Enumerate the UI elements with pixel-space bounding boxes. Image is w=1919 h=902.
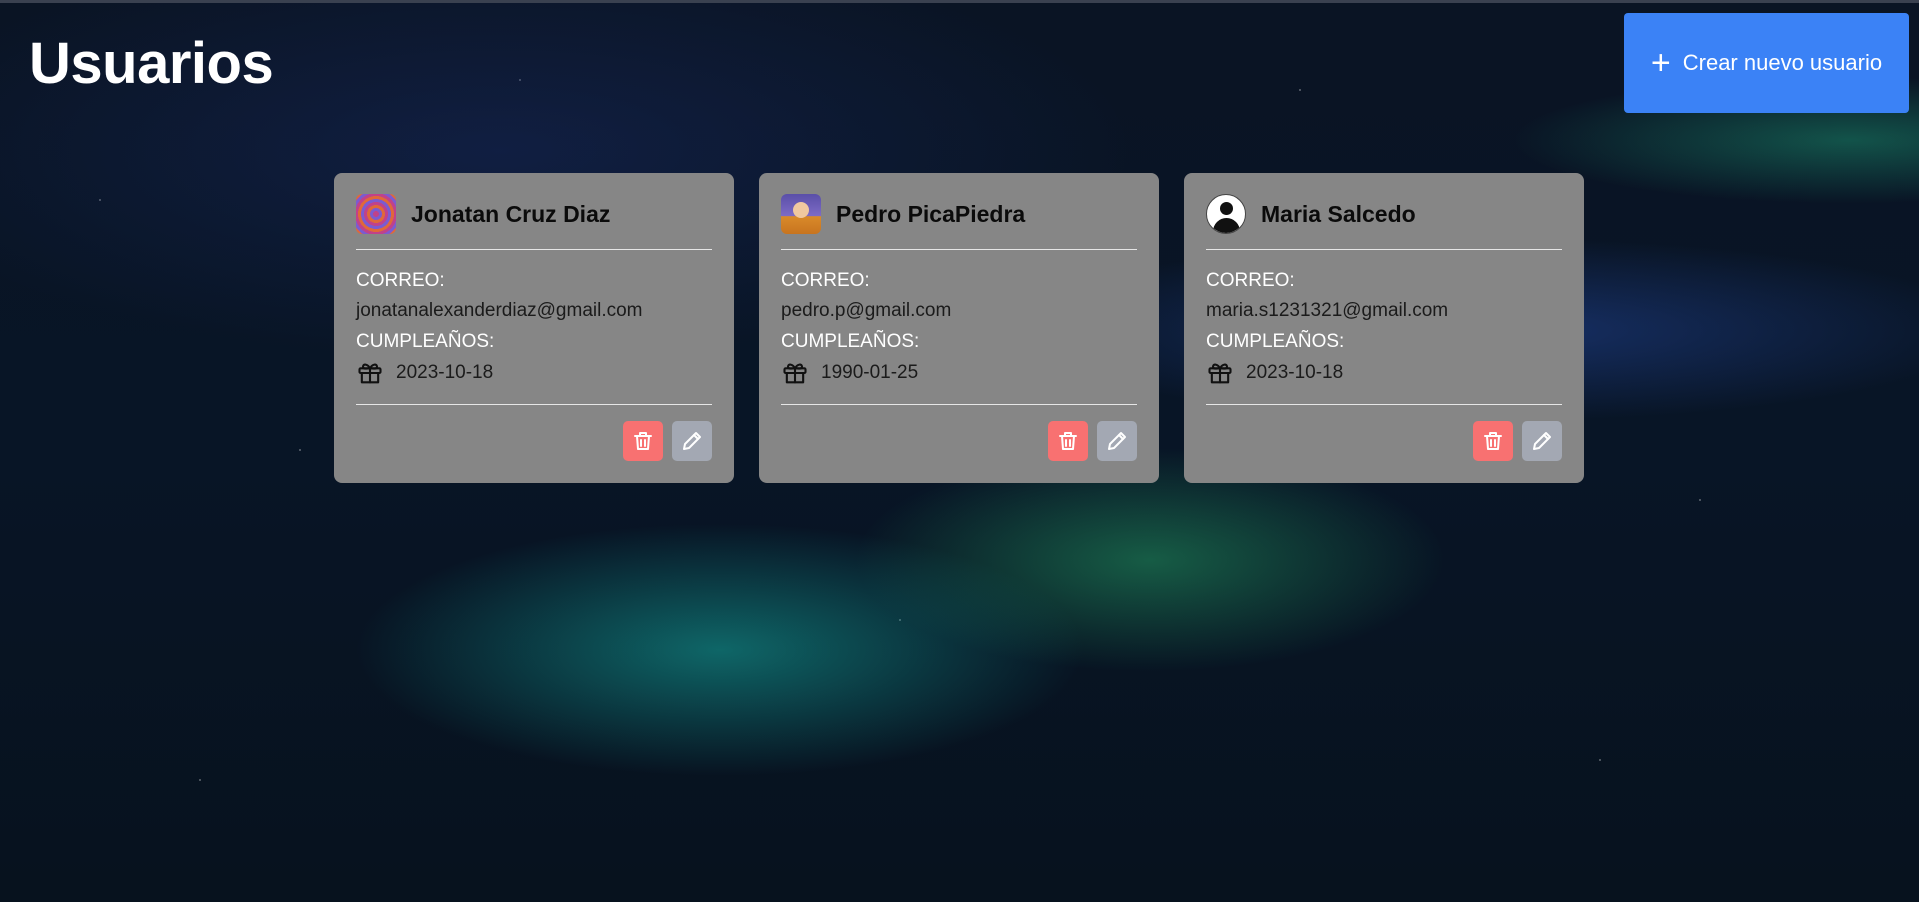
divider <box>1206 404 1562 405</box>
edit-user-button[interactable] <box>1522 421 1562 461</box>
user-card: Pedro PicaPiedra CORREO: pedro.p@gmail.c… <box>759 173 1159 483</box>
pencil-icon <box>1533 432 1551 450</box>
user-card-header: Maria Salcedo <box>1206 193 1562 235</box>
card-actions <box>781 421 1137 461</box>
user-email: maria.s1231321@gmail.com <box>1206 300 1449 321</box>
trash-icon <box>1059 432 1077 450</box>
user-card: Jonatan Cruz Diaz CORREO: jonatanalexand… <box>334 173 734 483</box>
user-name: Pedro PicaPiedra <box>836 200 1026 227</box>
birthday-row: 2023-10-18 <box>1206 359 1562 387</box>
window-top-border <box>0 0 1919 3</box>
gift-icon <box>358 363 382 384</box>
pencil-icon <box>1108 432 1126 450</box>
email-label: CORREO: <box>356 270 445 291</box>
card-actions <box>1206 421 1562 461</box>
user-card-header: Pedro PicaPiedra <box>781 193 1137 235</box>
user-card-list: Jonatan Cruz Diaz CORREO: jonatanalexand… <box>334 173 1584 483</box>
user-email: jonatanalexanderdiaz@gmail.com <box>356 300 643 321</box>
create-user-button-label: Crear nuevo usuario <box>1682 50 1883 75</box>
birthday-row: 1990-01-25 <box>781 359 1137 387</box>
birthday-label: CUMPLEAÑOS: <box>356 331 495 352</box>
delete-user-button[interactable] <box>1473 421 1513 461</box>
birthday-label: CUMPLEAÑOS: <box>781 331 920 352</box>
user-name: Maria Salcedo <box>1261 200 1416 227</box>
user-email: pedro.p@gmail.com <box>781 300 952 321</box>
trash-icon <box>634 432 652 450</box>
birthday-row: 2023-10-18 <box>356 359 712 387</box>
user-birthday: 2023-10-18 <box>396 362 494 383</box>
edit-user-button[interactable] <box>672 421 712 461</box>
delete-user-button[interactable] <box>623 421 663 461</box>
user-card: Maria Salcedo CORREO: maria.s1231321@gma… <box>1184 173 1584 483</box>
gift-icon <box>1208 363 1232 384</box>
trash-icon <box>1484 432 1502 450</box>
divider <box>356 249 712 250</box>
pencil-icon <box>683 432 701 450</box>
plus-icon: + <box>1650 44 1671 82</box>
divider <box>781 404 1137 405</box>
user-name: Jonatan Cruz Diaz <box>411 200 611 227</box>
birthday-label: CUMPLEAÑOS: <box>1206 331 1345 352</box>
card-actions <box>356 421 712 461</box>
avatar <box>1206 194 1246 234</box>
divider <box>781 249 1137 250</box>
user-birthday: 2023-10-18 <box>1246 362 1344 383</box>
email-label: CORREO: <box>781 270 870 291</box>
create-user-button[interactable]: + Crear nuevo usuario <box>1624 13 1909 113</box>
avatar <box>781 194 821 234</box>
delete-user-button[interactable] <box>1048 421 1088 461</box>
gift-icon <box>783 363 807 384</box>
divider <box>356 404 712 405</box>
email-label: CORREO: <box>1206 270 1295 291</box>
edit-user-button[interactable] <box>1097 421 1137 461</box>
user-card-header: Jonatan Cruz Diaz <box>356 193 712 235</box>
page-title: Usuarios <box>29 31 274 96</box>
divider <box>1206 249 1562 250</box>
user-birthday: 1990-01-25 <box>821 362 919 383</box>
avatar <box>356 194 396 234</box>
